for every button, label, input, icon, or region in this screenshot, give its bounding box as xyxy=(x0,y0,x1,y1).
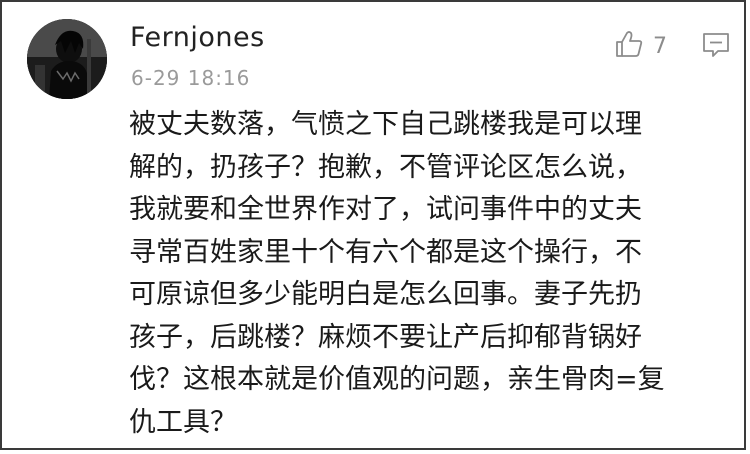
avatar-image xyxy=(27,19,107,99)
timestamp: 6-29 18:16 xyxy=(131,66,251,90)
comment-line: 被丈夫数落，气愤之下自己跳楼我是可以理 xyxy=(129,109,642,140)
comment-line: 可原谅但多少能明白是怎么回事。妻子先扔 xyxy=(129,279,642,310)
comment-line: 我就要和全世界作对了，试问事件中的丈夫 xyxy=(129,194,642,225)
comment-bubble-icon xyxy=(701,33,731,63)
reply-button[interactable] xyxy=(701,31,731,63)
username[interactable]: Fernjones xyxy=(130,22,265,53)
comment-line: 仇工具？ xyxy=(129,406,237,438)
comment-line: 解的，扔孩子？抱歉，不管评论区怎么说， xyxy=(129,151,642,183)
avatar[interactable] xyxy=(27,19,107,99)
comment-line: 伐？这根本就是价值观的问题，亲生骨肉=复 xyxy=(129,364,665,395)
comment-body: 被丈夫数落，气愤之下自己跳楼我是可以理 解的，扔孩子？抱歉，不管评论区怎么说， … xyxy=(129,104,729,444)
comment-line: 孩子，后跳楼？麻烦不要让产后抑郁背锅好 xyxy=(129,321,642,353)
comment-line: 寻常百姓家里十个有六个都是这个操行，不 xyxy=(129,236,642,268)
thumbs-up-icon xyxy=(614,29,644,63)
like-count: 7 xyxy=(653,33,667,59)
comment-card: Fernjones 6-29 18:16 7 被丈夫数落，气愤之下自己跳楼我是可… xyxy=(0,0,746,450)
like-button[interactable]: 7 xyxy=(614,29,667,63)
